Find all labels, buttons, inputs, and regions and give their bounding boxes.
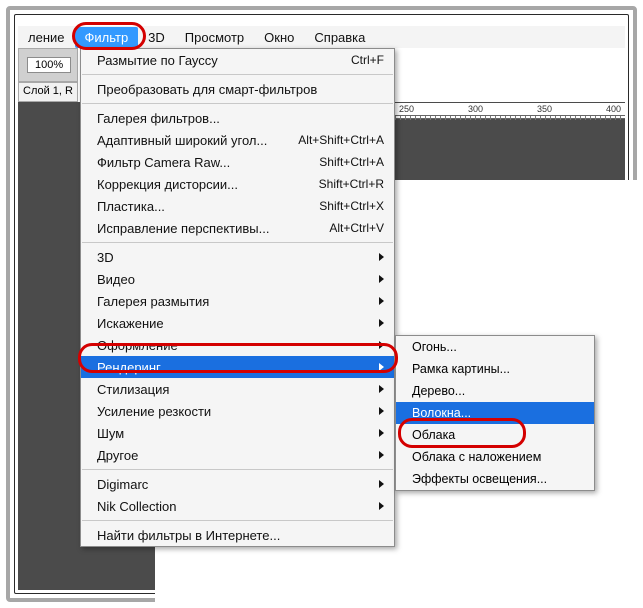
filter-menu-item[interactable]: Усиление резкости	[81, 400, 394, 422]
filter-menu-item[interactable]: Видео	[81, 268, 394, 290]
submenu-arrow-icon	[379, 341, 384, 349]
rendering-submenu-label: Облака с наложением	[412, 450, 541, 464]
submenu-arrow-icon	[379, 253, 384, 261]
filter-menu-item[interactable]: Адаптивный широкий угол...Alt+Shift+Ctrl…	[81, 129, 394, 151]
filter-menu-separator	[82, 520, 393, 521]
filter-menu-item[interactable]: 3D	[81, 246, 394, 268]
filter-menu-shortcut: Shift+Ctrl+A	[319, 155, 384, 169]
rendering-submenu-item[interactable]: Облака с наложением	[396, 446, 594, 468]
menubar: лениеФильтр3DПросмотрОкноСправка	[18, 26, 625, 48]
submenu-arrow-icon	[379, 297, 384, 305]
submenu-arrow-icon	[379, 319, 384, 327]
zoom-input[interactable]: 100%	[27, 57, 71, 73]
rendering-submenu-item[interactable]: Облака	[396, 424, 594, 446]
ruler-tick: 350	[537, 104, 552, 114]
rendering-submenu-item[interactable]: Огонь...	[396, 336, 594, 358]
submenu-arrow-icon	[379, 480, 384, 488]
filter-menu-label: Размытие по Гауссу	[97, 53, 351, 68]
filter-menu-shortcut: Alt+Shift+Ctrl+A	[298, 133, 384, 147]
filter-menu-item[interactable]: Галерея размытия	[81, 290, 394, 312]
horizontal-ruler: 250 300 350 400	[395, 103, 625, 119]
filter-menu-label: 3D	[97, 250, 373, 265]
filter-menu-item[interactable]: Nik Collection	[81, 495, 394, 517]
rendering-submenu-item[interactable]: Волокна...	[396, 402, 594, 424]
filter-menu-label: Другое	[97, 448, 373, 463]
filter-menu-shortcut: Ctrl+F	[351, 53, 384, 67]
filter-menu-item[interactable]: Фильтр Camera Raw...Shift+Ctrl+A	[81, 151, 394, 173]
rendering-submenu: Огонь... Рамка картины... Дерево... Волокна…	[395, 335, 595, 491]
menu-фильтр[interactable]: Фильтр	[75, 27, 139, 48]
filter-menu-item[interactable]: Размытие по ГауссуCtrl+F	[81, 49, 394, 71]
filter-menu-label: Галерея фильтров...	[97, 111, 384, 126]
filter-menu-item[interactable]: Digimarc	[81, 473, 394, 495]
filter-menu-item[interactable]: Пластика...Shift+Ctrl+X	[81, 195, 394, 217]
filter-menu-label: Найти фильтры в Интернете...	[97, 528, 384, 543]
submenu-arrow-icon	[379, 502, 384, 510]
rendering-submenu-item[interactable]: Дерево...	[396, 380, 594, 402]
filter-menu-shortcut: Alt+Ctrl+V	[329, 221, 384, 235]
submenu-arrow-icon	[379, 385, 384, 393]
filter-menu-label: Стилизация	[97, 382, 373, 397]
filter-menu-label: Шум	[97, 426, 373, 441]
rendering-submenu-item[interactable]: Эффекты освещения...	[396, 468, 594, 490]
filter-menu-separator	[82, 469, 393, 470]
ruler-tick: 400	[606, 104, 621, 114]
options-bar: 100%	[18, 48, 78, 82]
filter-menu-item[interactable]: Оформление	[81, 334, 394, 356]
filter-menu-label: Пластика...	[97, 199, 319, 214]
filter-menu-label: Nik Collection	[97, 499, 373, 514]
filter-menu-label: Искажение	[97, 316, 373, 331]
rendering-submenu-label: Волокна...	[412, 406, 471, 420]
filter-menu-label: Оформление	[97, 338, 373, 353]
submenu-arrow-icon	[379, 429, 384, 437]
rendering-submenu-label: Облака	[412, 428, 455, 442]
filter-menu-label: Преобразовать для смарт-фильтров	[97, 82, 384, 97]
menu-3d[interactable]: 3D	[138, 27, 175, 48]
filter-menu-item[interactable]: Рендеринг	[81, 356, 394, 378]
filter-menu-label: Адаптивный широкий угол...	[97, 133, 298, 148]
filter-menu-shortcut: Shift+Ctrl+R	[319, 177, 384, 191]
filter-menu-item[interactable]: Галерея фильтров...	[81, 107, 394, 129]
filter-menu-label: Digimarc	[97, 477, 373, 492]
filter-menu-separator	[82, 74, 393, 75]
filter-menu-label: Видео	[97, 272, 373, 287]
submenu-arrow-icon	[379, 407, 384, 415]
menu-ление[interactable]: ление	[18, 27, 75, 48]
filter-menu-item[interactable]: Шум	[81, 422, 394, 444]
filter-menu-label: Галерея размытия	[97, 294, 373, 309]
rendering-submenu-label: Дерево...	[412, 384, 465, 398]
submenu-arrow-icon	[379, 363, 384, 371]
rendering-submenu-label: Рамка картины...	[412, 362, 510, 376]
filter-menu-separator	[82, 103, 393, 104]
ruler-tick: 300	[468, 104, 483, 114]
filter-menu-item[interactable]: Другое	[81, 444, 394, 466]
filter-menu-label: Фильтр Camera Raw...	[97, 155, 319, 170]
filter-menu-label: Исправление перспективы...	[97, 221, 329, 236]
filter-menu-item[interactable]: Исправление перспективы...Alt+Ctrl+V	[81, 217, 394, 239]
ruler-ticks: 250 300 350 400	[395, 103, 625, 115]
menu-окно[interactable]: Окно	[254, 27, 304, 48]
submenu-arrow-icon	[379, 451, 384, 459]
filter-menu: Размытие по ГауссуCtrl+F Преобразовать дл…	[80, 48, 395, 547]
filter-menu-separator	[82, 242, 393, 243]
filter-menu-label: Усиление резкости	[97, 404, 373, 419]
menu-справка[interactable]: Справка	[304, 27, 375, 48]
ruler-tick: 250	[399, 104, 414, 114]
menu-просмотр[interactable]: Просмотр	[175, 27, 254, 48]
rendering-submenu-label: Огонь...	[412, 340, 457, 354]
filter-menu-label: Рендеринг	[97, 360, 373, 375]
filter-menu-item[interactable]: Стилизация	[81, 378, 394, 400]
filter-menu-item[interactable]: Преобразовать для смарт-фильтров	[81, 78, 394, 100]
filter-menu-item[interactable]: Искажение	[81, 312, 394, 334]
submenu-arrow-icon	[379, 275, 384, 283]
filter-menu-item[interactable]: Найти фильтры в Интернете...	[81, 524, 394, 546]
filter-menu-label: Коррекция дисторсии...	[97, 177, 319, 192]
filter-menu-shortcut: Shift+Ctrl+X	[319, 199, 384, 213]
filter-menu-item[interactable]: Коррекция дисторсии...Shift+Ctrl+R	[81, 173, 394, 195]
rendering-submenu-item[interactable]: Рамка картины...	[396, 358, 594, 380]
document-tab[interactable]: Слой 1, R	[18, 82, 78, 102]
rendering-submenu-label: Эффекты освещения...	[412, 472, 547, 486]
